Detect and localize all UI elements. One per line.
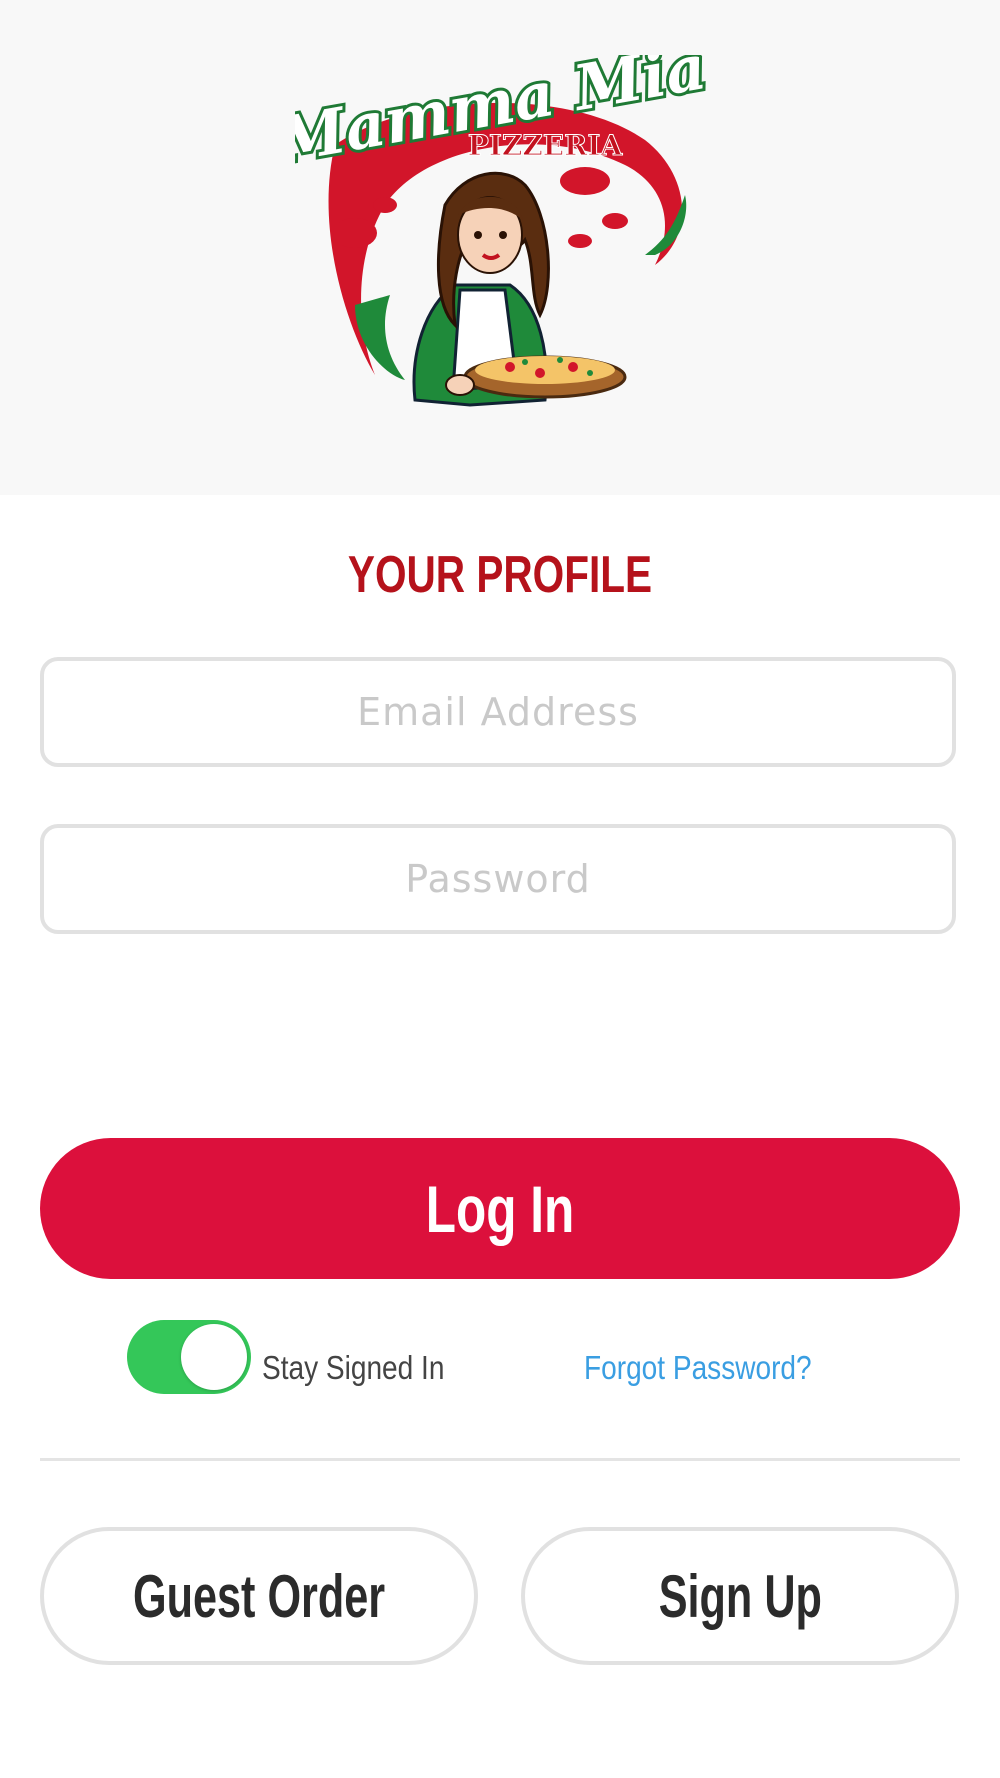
guest-order-label: Guest Order [132, 1562, 386, 1630]
logo-brand-sub: PIZZERIA [468, 129, 624, 162]
toggle-knob [181, 1324, 247, 1390]
login-button-label: Log In [425, 1171, 575, 1246]
sign-up-label: Sign Up [658, 1562, 822, 1630]
password-field-box [40, 824, 956, 934]
email-field-box [40, 657, 956, 767]
stay-signed-in-toggle[interactable] [127, 1320, 251, 1394]
sign-up-button[interactable]: Sign Up [521, 1527, 959, 1665]
mamma-mia-logo: Mamma Mia PIZZERIA [295, 55, 715, 440]
email-field[interactable] [44, 661, 952, 763]
forgot-password-link[interactable]: Forgot Password? [584, 1349, 812, 1387]
login-button[interactable]: Log In [40, 1138, 960, 1279]
divider [40, 1458, 960, 1461]
guest-order-button[interactable]: Guest Order [40, 1527, 478, 1665]
page-title: YOUR PROFILE [347, 546, 653, 604]
stay-signed-in-label: Stay Signed In [262, 1349, 445, 1386]
header-banner: Mamma Mia PIZZERIA [0, 0, 1000, 495]
password-field[interactable] [44, 828, 952, 930]
